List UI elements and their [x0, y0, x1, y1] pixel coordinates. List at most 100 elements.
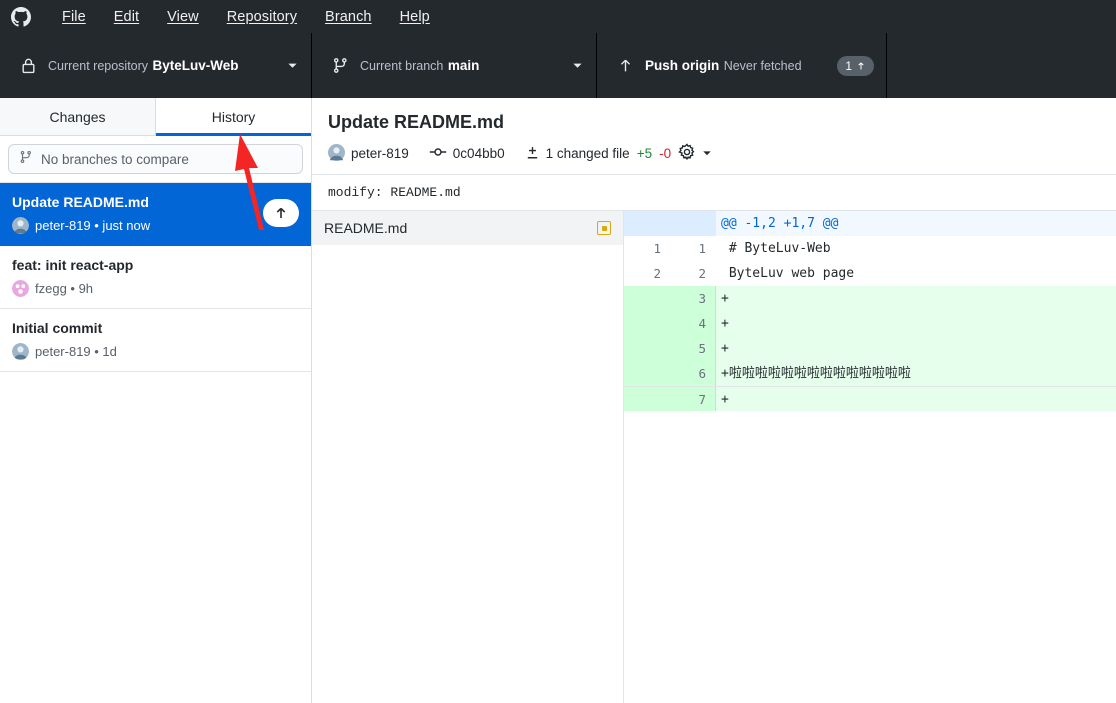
sidebar: Changes History No branches to compare U… [0, 98, 312, 703]
diff-viewer[interactable]: @@ -1,2 +1,7 @@ 1 1 # ByteLuv-Web 2 2 By… [624, 211, 1116, 703]
menu-item-file[interactable]: File [48, 5, 100, 29]
commit-push-button[interactable] [263, 199, 299, 227]
menu-item-help-label: Help [399, 8, 430, 25]
commit-list-item-0[interactable]: Update README.md peter-819 • just now [0, 183, 311, 246]
diff-new-lineno: 4 [670, 311, 716, 336]
commit-meta: fzegg • 9h [12, 280, 299, 297]
menu-item-help[interactable]: Help [386, 5, 444, 29]
menu-item-edit[interactable]: Edit [100, 5, 153, 29]
commit-sha: 0c04bb0 [452, 146, 505, 161]
current-branch-label: Current branch [360, 58, 444, 73]
deletions-count: -0 [659, 146, 672, 161]
diff-old-lineno [624, 361, 670, 386]
diff-code: + [716, 387, 1116, 411]
current-repository-label: Current repository [48, 58, 149, 73]
menu-bar: File Edit View Repository Branch Help [0, 0, 1116, 33]
diff-new-lineno: 1 [670, 236, 716, 261]
menu-item-branch[interactable]: Branch [311, 5, 386, 29]
sidebar-tabs: Changes History [0, 98, 311, 136]
arrow-up-icon [276, 207, 286, 218]
toolbar-empty-area [887, 33, 1116, 98]
compare-branch-input[interactable]: No branches to compare [8, 144, 303, 174]
page-title: Update README.md [328, 112, 505, 132]
tab-history-label: History [211, 108, 256, 125]
current-branch-value: main [447, 57, 480, 73]
diff-old-lineno [624, 387, 670, 411]
commit-list[interactable]: Update README.md peter-819 • just now fe… [0, 183, 311, 703]
toolbar: Current repository ByteLuv-Web Current b… [0, 33, 1116, 98]
current-branch-button[interactable]: Current branch main [312, 33, 597, 98]
commit-title: Update README.md [12, 194, 149, 210]
commit-summary: modify: README.md [312, 175, 1116, 211]
diff-old-lineno [624, 286, 670, 311]
commit-title: feat: init react-app [12, 257, 134, 273]
menu-item-view[interactable]: View [153, 5, 213, 29]
commit-list-item-2[interactable]: Initial commit peter-819 • 1d [0, 309, 311, 372]
commit-author: peter-819 [328, 143, 409, 164]
avatar [12, 217, 29, 234]
chevron-down-icon [702, 146, 712, 161]
commit-meta: peter-819 • just now [12, 217, 299, 234]
diff-new-lineno: 6 [670, 361, 716, 386]
diff-code: # ByteLuv-Web [716, 236, 1116, 261]
push-origin-button[interactable]: Push origin Never fetched 1 [597, 33, 887, 98]
diff-line-addition: 5 + [624, 336, 1116, 361]
github-desktop-window: File Edit View Repository Branch Help Cu… [0, 0, 1116, 703]
lock-icon [16, 57, 40, 74]
push-origin-status: Never fetched [723, 58, 802, 73]
git-branch-icon [19, 150, 33, 169]
git-commit-icon [429, 145, 447, 162]
commit-list-item-1[interactable]: feat: init react-app fzegg • 9h [0, 246, 311, 309]
changed-files-panel: README.md [312, 211, 624, 703]
diff-old-lineno: 2 [624, 261, 670, 286]
diff-area: README.md @@ -1,2 +1,7 @@ 1 1 # ByteLuv-… [312, 211, 1116, 703]
tab-changes[interactable]: Changes [0, 98, 156, 135]
diff-new-lineno: 2 [670, 261, 716, 286]
avatar [12, 280, 29, 297]
menu-item-repository[interactable]: Repository [213, 5, 311, 29]
tab-history[interactable]: History [156, 98, 311, 136]
compare-branch-placeholder: No branches to compare [41, 151, 189, 167]
commit-title: Initial commit [12, 320, 103, 336]
commit-sha-group[interactable]: 0c04bb0 [429, 145, 505, 162]
changed-files-group: 1 changed file [525, 145, 630, 163]
diff-line-hunk: @@ -1,2 +1,7 @@ [624, 211, 1116, 236]
compare-branch-area: No branches to compare [0, 136, 311, 183]
diff-old-lineno [624, 336, 670, 361]
diff-code: + [716, 286, 1116, 311]
current-repository-button[interactable]: Current repository ByteLuv-Web [0, 33, 312, 98]
diff-old-lineno [624, 311, 670, 336]
diff-hunk-header: @@ -1,2 +1,7 @@ [716, 211, 1116, 236]
changed-files-count: 1 changed file [545, 146, 630, 161]
diff-options-button[interactable] [678, 143, 712, 164]
avatar [328, 143, 345, 164]
diff-icon [525, 145, 540, 163]
menu-item-view-label: View [167, 8, 199, 25]
chevron-down-icon [285, 60, 299, 71]
avatar [12, 343, 29, 360]
diff-new-lineno: 5 [670, 336, 716, 361]
commit-detail-panel: Update README.md peter-819 0c04bb0 1 cha… [312, 98, 1116, 703]
push-count-badge: 1 [837, 55, 874, 76]
commit-meta: peter-819 • 1d [12, 343, 299, 360]
commit-author-name: peter-819 [351, 146, 409, 161]
menu-item-branch-label: Branch [325, 8, 372, 25]
gear-icon [678, 143, 696, 164]
additions-count: +5 [636, 146, 653, 161]
arrow-up-icon [613, 57, 637, 74]
diff-old-lineno: 1 [624, 236, 670, 261]
diff-line-context: 1 1 # ByteLuv-Web [624, 236, 1116, 261]
diff-code: ByteLuv web page [716, 261, 1116, 286]
diff-code: +啦啦啦啦啦啦啦啦啦啦啦啦啦啦 [716, 361, 1116, 386]
changed-file-row[interactable]: README.md [312, 211, 623, 245]
diff-old-lineno [624, 211, 670, 236]
diff-line-addition: 4 + [624, 311, 1116, 336]
menu-item-edit-label: Edit [113, 8, 140, 25]
modified-square-icon [597, 221, 611, 235]
push-count-value: 1 [845, 58, 852, 73]
current-repository-value: ByteLuv-Web [152, 57, 239, 73]
github-logo-icon [10, 6, 32, 28]
diff-code: + [716, 336, 1116, 361]
diff-code: + [716, 311, 1116, 336]
commit-detail-header: Update README.md peter-819 0c04bb0 1 cha… [312, 98, 1116, 175]
